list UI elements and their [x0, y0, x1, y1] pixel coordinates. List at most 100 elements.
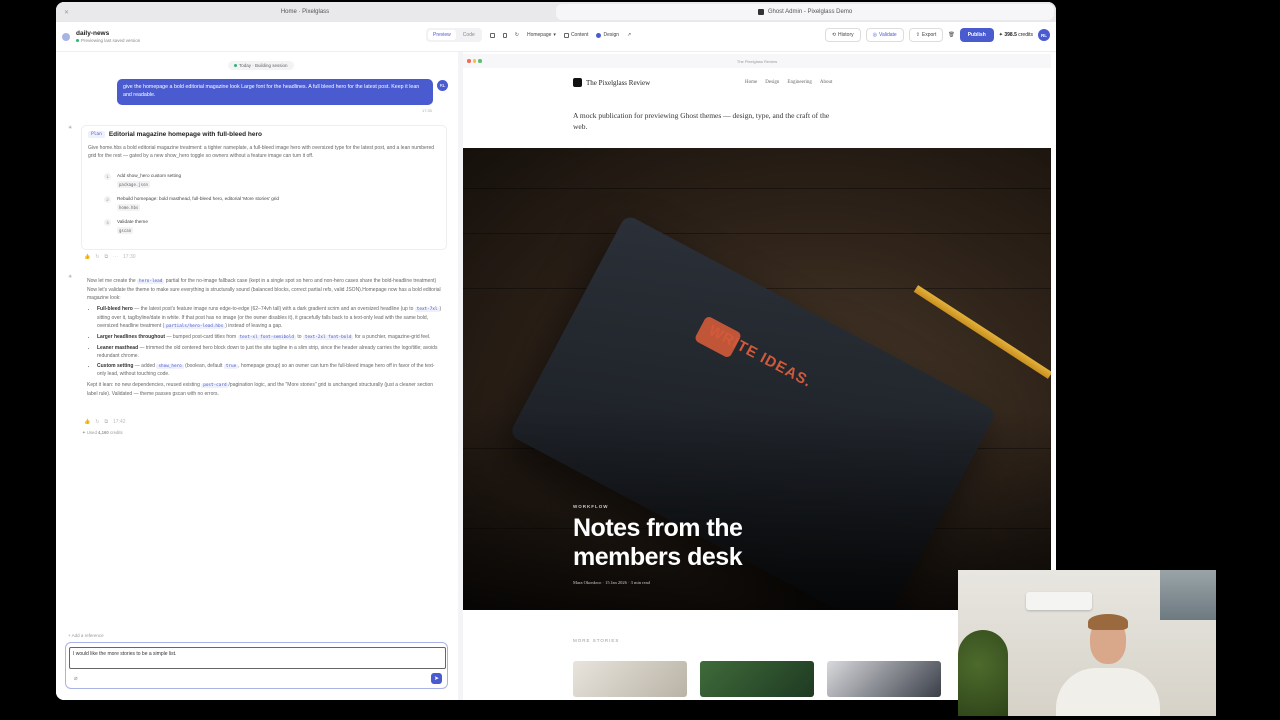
composer: I would like the more stories to be a si…: [65, 642, 448, 689]
step-file: gscan: [117, 227, 134, 234]
webcam-overlay: [958, 570, 1216, 716]
session-badge-text: Today · Building session: [239, 63, 288, 68]
mobile-view-icon[interactable]: [502, 32, 507, 38]
tab-design-label: Design: [603, 32, 620, 38]
add-reference-button[interactable]: + Add a reference: [68, 633, 104, 638]
browser-tab-ghost[interactable]: Ghost Admin - Pixelglass Demo: [556, 4, 1054, 20]
response-list: Full-bleed hero — the latest post's feat…: [97, 305, 443, 379]
step-label: Rebuild homepage: bold masthead, full-bl…: [117, 196, 280, 201]
credits-value: 398.5: [1004, 32, 1017, 38]
nav-home[interactable]: Home: [745, 80, 757, 85]
nav-engineering[interactable]: Engineering: [787, 80, 811, 85]
user-message: give the homepage a bold editorial magaz…: [117, 79, 433, 105]
validate-label: Validate: [878, 32, 897, 38]
refresh-icon[interactable]: ↻: [515, 32, 519, 38]
history-label: History: [838, 32, 854, 38]
used-label: Used: [86, 430, 97, 435]
plan-step: 2 Rebuild homepage: bold masthead, full-…: [104, 196, 279, 211]
view-toolbar: Preview Code ↻ Homepage ▾ Content Design…: [426, 28, 631, 42]
open-external-icon[interactable]: ↗: [627, 32, 631, 38]
retry-icon[interactable]: ↻: [95, 254, 99, 260]
inline-code: true: [223, 363, 239, 369]
plant-image: [958, 630, 1008, 716]
assistant-icon: ✳: [68, 274, 73, 280]
session-dot-icon: [234, 64, 237, 67]
story-thumbnail[interactable]: [700, 661, 814, 697]
hero-byline: Mara Okonkwo · 15 Jan 2026 · 3 min read: [573, 580, 650, 585]
thumbs-up-icon[interactable]: 👍: [84, 419, 90, 425]
user-message-avatar: RL: [437, 80, 448, 91]
close-tab-icon[interactable]: ✕: [64, 9, 69, 16]
copy-icon[interactable]: ⧉: [104, 254, 108, 260]
hero-title[interactable]: Notes from the members desk: [573, 514, 823, 572]
app-logo-icon[interactable]: [62, 32, 70, 41]
browser-tab-home[interactable]: ✕ Home · Pixelglass: [56, 2, 554, 22]
retry-icon[interactable]: ↻: [95, 419, 99, 425]
nav-about[interactable]: About: [820, 80, 833, 85]
step-label: Add show_hero custom setting: [117, 173, 182, 178]
more-icon[interactable]: ⋯: [113, 254, 118, 260]
design-icon: [596, 32, 602, 38]
bullet-title: Full-bleed hero: [97, 305, 133, 312]
desktop-view-icon[interactable]: [489, 32, 495, 38]
story-thumbnail[interactable]: [827, 661, 941, 697]
mode-code-button[interactable]: Code: [458, 30, 480, 40]
browser-tab-bar: ✕ Home · Pixelglass Ghost Admin - Pixelg…: [56, 2, 1056, 22]
plan-actions: 👍 ↻ ⧉ ⋯ 17:30: [84, 254, 136, 260]
plan-title-text: Editorial magazine homepage with full-bl…: [108, 131, 262, 138]
content-icon: [563, 32, 569, 38]
user-avatar[interactable]: RL: [1038, 29, 1050, 41]
session-badge: Today · Building session: [228, 61, 294, 70]
tab-design[interactable]: Design: [596, 32, 619, 38]
story-thumbnail[interactable]: [573, 661, 687, 697]
message-input[interactable]: I would like the more stories to be a si…: [69, 647, 446, 669]
project-name: daily-news: [76, 30, 110, 37]
air-conditioner-image: [1026, 592, 1092, 610]
plan-description: Give home.hbs a bold editorial magazine …: [88, 145, 435, 159]
step-file: home.hbs: [117, 204, 141, 211]
hero-tag[interactable]: WORKFLOW: [573, 504, 609, 509]
validate-button[interactable]: ◎ Validate: [865, 28, 904, 42]
project-switcher[interactable]: daily-news Previewing last saved version: [76, 30, 140, 43]
bullet-text: ) instead of leaving a gap.: [225, 322, 283, 329]
thumbs-up-icon[interactable]: 👍: [84, 254, 90, 260]
publish-button[interactable]: Publish: [959, 28, 994, 42]
tab-content[interactable]: Content: [563, 32, 588, 38]
app-window: ✕ Home · Pixelglass Ghost Admin - Pixelg…: [56, 2, 1056, 700]
hero-date: 15 Jan 2026: [605, 580, 627, 585]
site-brand[interactable]: The Pixelglass Review: [573, 78, 650, 87]
nav-design[interactable]: Design: [765, 80, 779, 85]
history-button[interactable]: ⟲ History: [824, 28, 861, 42]
export-button[interactable]: ⇪ Export: [908, 28, 944, 42]
credits-label: credits: [1018, 32, 1033, 38]
preview-bar: The Pixelglass Review: [463, 54, 1051, 68]
bullet-text: — trimmed the old centered hero block do…: [97, 344, 438, 359]
list-item: Custom setting — added show_hero (boolea…: [97, 362, 443, 379]
step-label: Validate theme: [117, 219, 148, 224]
copy-icon[interactable]: ⧉: [104, 419, 108, 425]
inline-code: text-xl font-semibold: [237, 334, 296, 340]
mode-preview-button[interactable]: Preview: [428, 30, 456, 40]
export-label: Export: [921, 32, 937, 38]
site-nav: Home Design Engineering About: [745, 80, 832, 85]
used-value: 4,160: [98, 430, 109, 435]
credits-indicator: ✦ 398.5 credits: [998, 32, 1033, 38]
list-item: Larger headlines throughout — bumped pos…: [97, 333, 443, 342]
bullet-text: for a punchier, magazine-grid feel.: [354, 333, 431, 340]
inline-code: text-2xl font-bold: [302, 334, 354, 340]
delete-icon[interactable]: 🗑: [948, 32, 954, 38]
hero-author: Mara Okonkwo: [573, 580, 602, 585]
person-body: [1056, 668, 1160, 716]
hero-image[interactable]: WRITE IDEAS. WORKFLOW Notes from the mem…: [463, 148, 1051, 610]
attach-icon[interactable]: ⌀: [74, 675, 78, 682]
list-item: Full-bleed hero — the latest post's feat…: [97, 305, 443, 331]
preview-url: The Pixelglass Review: [736, 58, 778, 64]
inline-code: text-7xl: [414, 306, 440, 312]
step-number: 1: [104, 173, 111, 180]
browser-tab-label: Home · Pixelglass: [280, 9, 330, 15]
send-button[interactable]: ➤: [431, 673, 442, 684]
page-select[interactable]: Homepage ▾: [527, 32, 556, 38]
inline-code: show_hero: [156, 363, 184, 369]
page-select-value: Homepage: [526, 32, 552, 38]
inline-code: hero-lead: [137, 279, 165, 284]
